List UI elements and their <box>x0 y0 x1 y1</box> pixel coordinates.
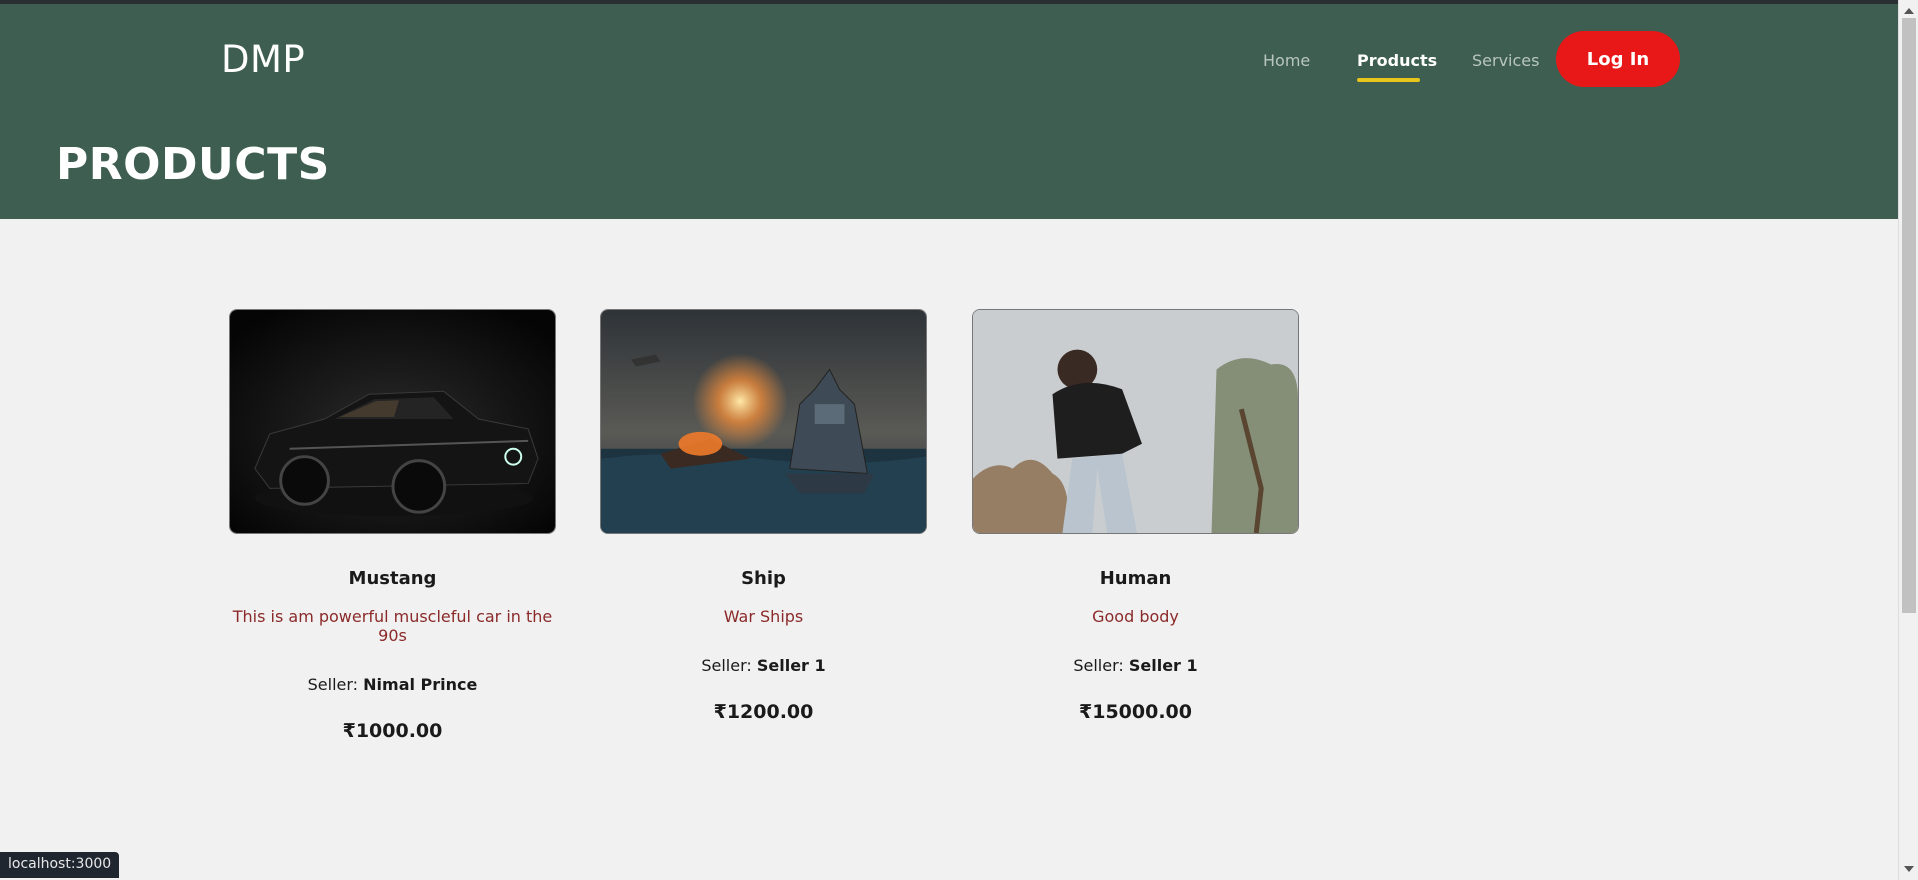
product-seller: Seller: Nimal Prince <box>229 675 556 694</box>
status-bar-url: localhost:3000 <box>0 852 120 878</box>
site-header: DMP Home Products Services Log In PRODUC… <box>0 4 1898 219</box>
product-image[interactable] <box>229 309 556 534</box>
nav-home-link[interactable]: Home <box>1263 51 1310 70</box>
seller-name: Nimal Prince <box>363 675 478 694</box>
nav-products-link[interactable]: Products <box>1357 51 1437 70</box>
seller-label: Seller: <box>307 675 359 694</box>
product-seller: Seller: Seller 1 <box>600 656 927 675</box>
product-card[interactable]: Human Good body Seller: Seller 1 ₹15000.… <box>972 309 1299 723</box>
product-name: Mustang <box>348 568 437 589</box>
product-description: War Ships <box>723 607 804 626</box>
ship-image <box>601 310 926 533</box>
seller-label: Seller: <box>1073 656 1124 675</box>
scrollbar-thumb[interactable] <box>1902 18 1916 613</box>
product-price: ₹1000.00 <box>342 720 443 742</box>
page-title: PRODUCTS <box>56 139 330 190</box>
product-description: Good body <box>1092 607 1179 626</box>
seller-label: Seller: <box>701 656 752 675</box>
product-name: Ship <box>741 568 786 589</box>
person-image <box>973 310 1298 533</box>
product-description: This is am powerful muscleful car in the… <box>232 607 553 645</box>
seller-name: Seller 1 <box>756 656 826 675</box>
active-nav-indicator <box>1357 78 1420 82</box>
vertical-scrollbar[interactable] <box>1898 0 1918 880</box>
scroll-down-arrow-icon[interactable] <box>1904 866 1914 872</box>
product-card[interactable]: Ship War Ships Seller: Seller 1 ₹1200.00 <box>600 309 927 723</box>
scroll-up-arrow-icon[interactable] <box>1904 8 1914 14</box>
product-image[interactable] <box>972 309 1299 534</box>
seller-name: Seller 1 <box>1128 656 1198 675</box>
product-price: ₹1200.00 <box>713 701 814 723</box>
product-name: Human <box>1099 568 1172 589</box>
product-image[interactable] <box>600 309 927 534</box>
product-seller: Seller: Seller 1 <box>972 656 1299 675</box>
product-price: ₹15000.00 <box>1079 701 1192 723</box>
product-card[interactable]: Mustang This is am powerful muscleful ca… <box>229 309 556 742</box>
login-button[interactable]: Log In <box>1556 31 1680 87</box>
nav-services-link[interactable]: Services <box>1472 51 1539 70</box>
car-image <box>230 310 555 533</box>
main-nav: Home Products Services Log In <box>0 31 1898 91</box>
